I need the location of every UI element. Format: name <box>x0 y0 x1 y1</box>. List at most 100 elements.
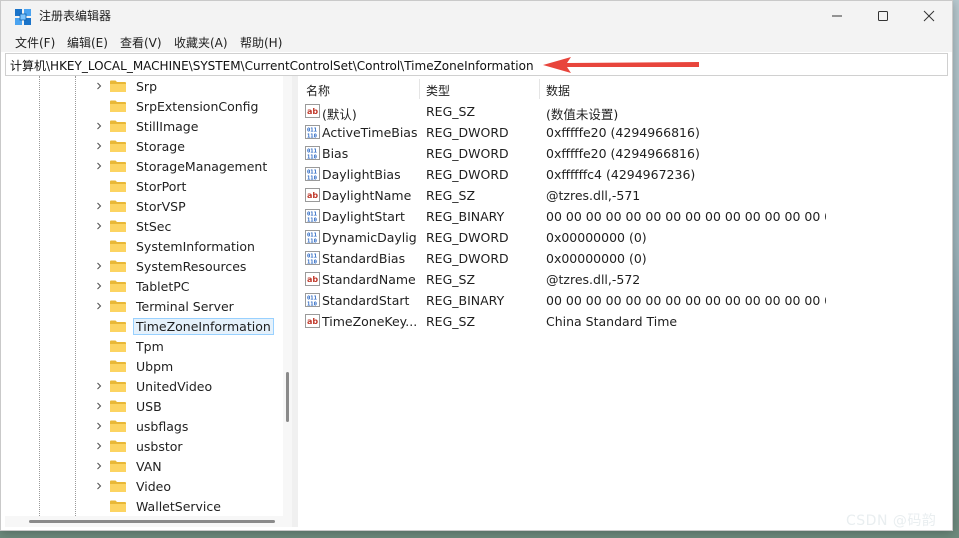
tree-item[interactable]: SystemResources <box>93 256 249 276</box>
close-button[interactable] <box>906 1 952 31</box>
table-row[interactable]: 011 110 DaylightBias REG_DWORD 0xffffffc4 (4… <box>298 164 949 185</box>
expand-toggle[interactable] <box>93 136 105 156</box>
value-data: China Standard Time <box>546 314 678 329</box>
expand-toggle[interactable] <box>93 116 105 136</box>
tree-horizontal-scroll-thumb[interactable] <box>29 520 275 523</box>
expand-toggle[interactable] <box>93 196 105 216</box>
chevron-right-icon[interactable] <box>95 222 103 230</box>
tree-item[interactable]: Video <box>93 476 174 496</box>
value-name: DaylightStart <box>322 209 405 224</box>
tree-item-label: SystemInformation <box>136 238 255 254</box>
chevron-right-icon[interactable] <box>95 202 103 210</box>
menu-help[interactable]: 帮助(H) <box>240 34 282 51</box>
tree-item[interactable]: StorVSP <box>93 196 189 216</box>
tree-item[interactable]: SrpExtensionConfig <box>93 96 261 116</box>
value-data: @tzres.dll,-571 <box>546 188 641 203</box>
minimize-button[interactable] <box>814 1 860 31</box>
expand-toggle[interactable] <box>93 476 105 496</box>
key-tree[interactable]: Srp SrpExtensionConfig StillImage Storage St… <box>5 76 292 527</box>
binary-value-icon: 011110 <box>305 125 320 139</box>
column-header-type[interactable]: 类型 <box>426 82 450 99</box>
chevron-right-icon[interactable] <box>95 482 103 490</box>
column-divider[interactable] <box>419 79 420 99</box>
tree-item[interactable]: WalletService <box>93 496 224 516</box>
column-divider[interactable] <box>539 79 540 99</box>
tree-item-label: SrpExtensionConfig <box>136 98 259 114</box>
chevron-right-icon[interactable] <box>95 442 103 450</box>
table-row[interactable]: ab DaylightName REG_SZ @tzres.dll,-571 <box>298 185 949 206</box>
expand-toggle[interactable] <box>93 456 105 476</box>
chevron-right-icon[interactable] <box>95 402 103 410</box>
tree-item[interactable]: Ubpm <box>93 356 176 376</box>
expand-toggle[interactable] <box>93 396 105 416</box>
tree-item[interactable]: UnitedVideo <box>93 376 215 396</box>
menu-file[interactable]: 文件(F) <box>15 34 55 51</box>
table-row[interactable]: 011 110 ActiveTimeBias REG_DWORD 0xfffffe20 … <box>298 122 949 143</box>
tree-horizontal-scrollbar[interactable] <box>5 516 292 527</box>
column-header-name[interactable]: 名称 <box>306 82 330 99</box>
values-list[interactable]: 名称 类型 数据 ab (默认) REG_SZ (数值未设置) 011 110 Active… <box>298 76 949 527</box>
chevron-right-icon[interactable] <box>95 382 103 390</box>
folder-icon <box>110 420 126 432</box>
tree-item[interactable]: StorageManagement <box>93 156 270 176</box>
tree-item[interactable]: StSec <box>93 216 174 236</box>
expand-toggle[interactable] <box>93 156 105 176</box>
svg-text:110: 110 <box>307 260 317 266</box>
tree-item[interactable]: TimeZoneInformation <box>93 316 274 336</box>
tree-item[interactable]: StorPort <box>93 176 189 196</box>
expand-toggle[interactable] <box>93 296 105 316</box>
tree-vertical-scroll-thumb[interactable] <box>286 372 289 422</box>
expand-toggle[interactable] <box>93 376 105 396</box>
menu-view[interactable]: 查看(V) <box>120 34 162 51</box>
expand-toggle[interactable] <box>93 216 105 236</box>
maximize-button[interactable] <box>860 1 906 31</box>
tree-item[interactable]: usbflags <box>93 416 191 436</box>
expand-toggle[interactable] <box>93 436 105 456</box>
tree-item[interactable]: Srp <box>93 76 160 96</box>
tree-vertical-scrollbar[interactable] <box>283 76 292 516</box>
column-header-data[interactable]: 数据 <box>546 82 570 99</box>
svg-text:110: 110 <box>307 176 317 182</box>
expand-toggle[interactable] <box>93 76 105 96</box>
tree-item[interactable]: StillImage <box>93 116 201 136</box>
tree-item[interactable]: TabletPC <box>93 276 193 296</box>
expand-toggle[interactable] <box>93 416 105 436</box>
chevron-right-icon[interactable] <box>95 82 103 90</box>
tree-guide-line <box>39 76 40 516</box>
address-path[interactable]: 计算机\HKEY_LOCAL_MACHINE\SYSTEM\CurrentCon… <box>10 57 534 74</box>
table-row[interactable]: ab StandardName REG_SZ @tzres.dll,-572 <box>298 269 949 290</box>
table-row[interactable]: 011 110 DaylightStart REG_BINARY 00 00 00 00… <box>298 206 949 227</box>
expand-toggle[interactable] <box>93 256 105 276</box>
menu-edit[interactable]: 编辑(E) <box>67 34 108 51</box>
tree-item[interactable]: Tpm <box>93 336 167 356</box>
chevron-right-icon[interactable] <box>95 302 103 310</box>
value-data: 0xffffffc4 (4294967236) <box>546 167 696 182</box>
chevron-right-icon[interactable] <box>95 262 103 270</box>
tree-item-label: usbstor <box>136 438 183 454</box>
table-row[interactable]: 011 110 Bias REG_DWORD 0xfffffe20 (429496681… <box>298 143 949 164</box>
table-row[interactable]: ab TimeZoneKey... REG_SZ China Standard Tim… <box>298 311 949 332</box>
chevron-right-icon[interactable] <box>95 422 103 430</box>
table-row[interactable]: 011 110 DynamicDaylig... REG_DWORD 0x0000000… <box>298 227 949 248</box>
menu-favorites[interactable]: 收藏夹(A) <box>174 34 228 51</box>
expand-toggle[interactable] <box>93 276 105 296</box>
tree-item[interactable]: Storage <box>93 136 188 156</box>
chevron-right-icon[interactable] <box>95 282 103 290</box>
chevron-right-icon[interactable] <box>95 162 103 170</box>
tree-item[interactable]: VAN <box>93 456 165 476</box>
table-row[interactable]: ab (默认) REG_SZ (数值未设置) <box>298 101 949 122</box>
table-row[interactable]: 011 110 StandardBias REG_DWORD 0x00000000 (0… <box>298 248 949 269</box>
tree-item[interactable]: USB <box>93 396 165 416</box>
chevron-right-icon[interactable] <box>95 462 103 470</box>
value-name: TimeZoneKey... <box>322 314 418 329</box>
address-bar[interactable]: 计算机\HKEY_LOCAL_MACHINE\SYSTEM\CurrentCon… <box>5 53 948 76</box>
table-row[interactable]: 011 110 StandardStart REG_BINARY 00 00 00 00… <box>298 290 949 311</box>
chevron-right-icon[interactable] <box>95 122 103 130</box>
chevron-right-icon[interactable] <box>95 142 103 150</box>
tree-item[interactable]: SystemInformation <box>93 236 258 256</box>
tree-item[interactable]: usbstor <box>93 436 186 456</box>
title-bar[interactable]: 注册表编辑器 <box>1 1 952 31</box>
tree-item[interactable]: Terminal Server <box>93 296 237 316</box>
value-type: REG_SZ <box>426 314 476 329</box>
value-name: (默认) <box>322 107 357 122</box>
